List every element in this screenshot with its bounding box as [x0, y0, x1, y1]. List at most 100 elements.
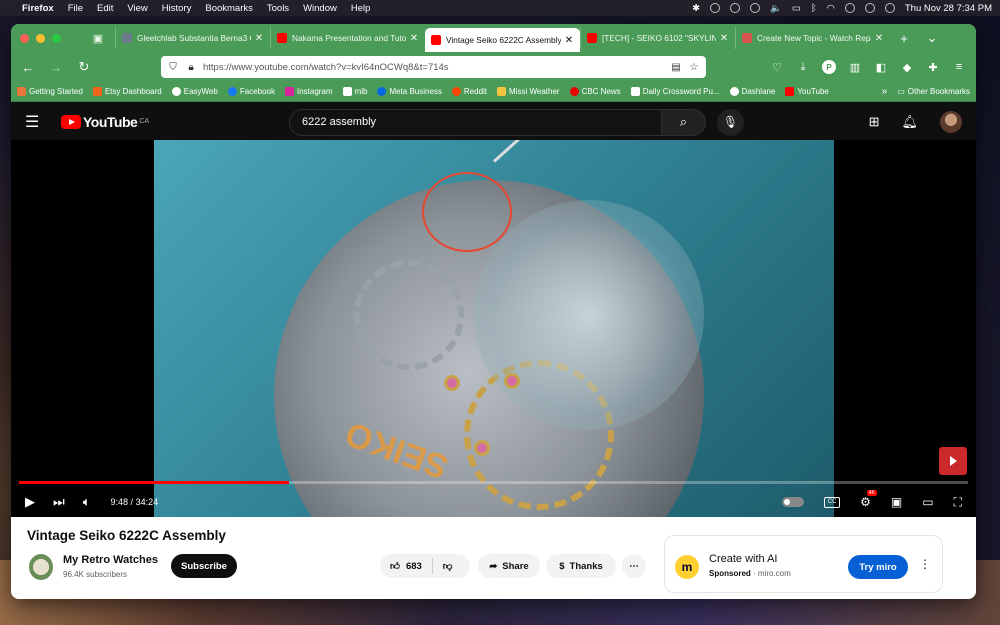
youtube-logo[interactable]: YouTube CA — [61, 114, 149, 130]
bookmark-item[interactable]: Reddit — [451, 87, 487, 96]
bookmark-item[interactable]: mlb — [342, 87, 367, 96]
fullscreen-icon[interactable]: ⛶ — [954, 495, 962, 510]
play-button[interactable]: ▶ — [25, 494, 35, 510]
bluetooth-icon[interactable]: ᛒ — [811, 3, 817, 14]
bookmark-item[interactable]: Missi Weather — [497, 87, 560, 96]
notifications-bell-icon[interactable]: 🔔︎ — [901, 114, 918, 130]
video-frame[interactable]: SEIKO — [154, 140, 834, 517]
wifi-icon[interactable]: ◠ — [827, 3, 835, 14]
guide-menu-icon[interactable]: ☰ — [25, 112, 47, 132]
zoom-window-button[interactable] — [52, 33, 61, 43]
reader-view-icon[interactable]: ▤ — [670, 62, 682, 73]
extension-tag-icon[interactable]: ◆ — [900, 60, 914, 74]
close-tab-icon[interactable]: ✕ — [254, 33, 264, 44]
channel-name[interactable]: My Retro Watches — [63, 554, 158, 566]
subscribe-watermark-icon[interactable] — [939, 447, 967, 475]
mute-volume-icon[interactable]: 🔈︎ — [83, 494, 91, 510]
menu-window[interactable]: Window — [303, 3, 337, 14]
close-tab-icon[interactable]: ✕ — [874, 33, 884, 44]
app-menu-icon[interactable]: ≡ — [952, 60, 966, 74]
progress-bar[interactable] — [19, 481, 968, 484]
menu-help[interactable]: Help — [351, 3, 371, 14]
status-time-machine-icon[interactable] — [730, 3, 741, 13]
volume-icon[interactable]: 🔈 — [770, 3, 782, 14]
tab-list-chevron-icon[interactable]: ⌄ — [918, 30, 946, 46]
bookmark-item[interactable]: Meta Business — [377, 87, 442, 96]
bookmark-item[interactable]: Dashlane — [729, 87, 775, 96]
menu-file[interactable]: File — [68, 3, 83, 14]
create-video-icon[interactable]: ⊞ — [869, 114, 880, 130]
menu-history[interactable]: History — [162, 3, 192, 14]
bookmark-item[interactable]: Facebook — [227, 87, 275, 96]
status-play-icon[interactable] — [750, 3, 761, 13]
spotlight-icon[interactable] — [844, 3, 855, 13]
theater-mode-icon[interactable]: ▭ — [922, 495, 933, 509]
account-avatar[interactable] — [940, 111, 962, 133]
tab-seiko-6102[interactable]: [TECH] - SEIKO 6102 "SKYLINE" ✕ — [580, 27, 735, 49]
subscribe-button[interactable]: Subscribe — [171, 554, 237, 578]
lock-icon[interactable]: 🔒︎ — [185, 62, 197, 73]
menu-view[interactable]: View — [127, 3, 147, 14]
bookmark-item[interactable]: Daily Crossword Pu... — [630, 87, 720, 96]
like-button[interactable]: 👍︎ 683 — [380, 554, 432, 578]
bookmark-star-icon[interactable]: ☆ — [688, 62, 700, 73]
minimize-window-button[interactable] — [36, 33, 45, 43]
next-video-button[interactable]: ⏭ — [53, 494, 65, 510]
forward-button[interactable]: → — [45, 56, 67, 78]
status-dashboard-icon[interactable] — [710, 3, 721, 13]
close-tab-icon[interactable]: ✕ — [409, 33, 419, 44]
tab-nakama[interactable]: Nakama Presentation and Tutor ✕ — [270, 27, 425, 49]
library-icon[interactable]: ▥ — [848, 60, 862, 74]
battery-icon[interactable]: ▭ — [792, 3, 801, 14]
tab-watch-repair-topic[interactable]: Create New Topic - Watch Repa ✕ — [735, 27, 890, 49]
bookmark-item[interactable]: Getting Started — [17, 87, 83, 96]
voice-search-button[interactable]: 🎙︎ — [717, 108, 745, 136]
miniplayer-icon[interactable]: ▣ — [891, 495, 902, 509]
address-bar[interactable]: ⛉ 🔒︎ https://www.youtube.com/watch?v=kvI… — [161, 56, 706, 78]
app-menu[interactable]: Firefox — [22, 3, 54, 14]
bookmark-item[interactable]: Instagram — [284, 87, 333, 96]
url-text[interactable]: https://www.youtube.com/watch?v=kvI64nOC… — [203, 62, 664, 73]
dislike-button[interactable]: 👎︎ — [433, 554, 463, 578]
search-input[interactable]: 6222 assembly — [289, 108, 663, 136]
channel-avatar[interactable] — [29, 554, 53, 580]
menu-edit[interactable]: Edit — [97, 3, 113, 14]
bookmark-item[interactable]: CBC News — [569, 87, 621, 96]
new-tab-button[interactable]: + — [890, 31, 918, 46]
shield-icon[interactable]: ⛉ — [167, 62, 179, 73]
downloads-icon[interactable]: ⤓ — [796, 60, 810, 74]
thanks-button[interactable]: $ Thanks — [546, 554, 616, 578]
try-miro-button[interactable]: Try miro — [848, 555, 908, 579]
share-button[interactable]: ➦ Share — [478, 554, 540, 578]
tab-gleetchlab[interactable]: Gleetchlab Substantia Berna3 C ✕ — [115, 27, 270, 49]
other-bookmarks-folder[interactable]: ▭ Other Bookmarks — [897, 87, 970, 96]
autoplay-toggle[interactable] — [782, 497, 805, 507]
search-button[interactable]: ⌕ — [662, 108, 707, 136]
extension-b-icon[interactable]: ◧ — [874, 60, 888, 74]
menu-bookmarks[interactable]: Bookmarks — [205, 3, 253, 14]
extensions-puzzle-icon[interactable]: ✚ — [926, 60, 940, 74]
status-asterisk-icon[interactable]: ✱ — [692, 3, 700, 14]
siri-icon[interactable] — [884, 3, 895, 13]
bookmark-item[interactable]: Etsy Dashboard — [92, 87, 162, 96]
close-window-button[interactable] — [20, 33, 29, 43]
subtitles-button[interactable]: CC — [824, 496, 841, 508]
video-player[interactable]: SEIKO ▶ ⏭ 🔈︎ 9:48 / 34:24 CC ⚙ 4K ▣ ▭ ⛶ — [11, 140, 976, 517]
menu-clock[interactable]: Thu Nov 28 7:34 PM — [905, 3, 992, 14]
more-actions-button[interactable]: ⋯ — [622, 554, 646, 578]
close-tab-icon[interactable]: ✕ — [564, 35, 574, 46]
bookmark-item[interactable]: YouTube — [785, 87, 829, 96]
menu-tools[interactable]: Tools — [267, 3, 289, 14]
back-button[interactable]: ← — [17, 56, 39, 78]
reload-button[interactable]: ↻ — [73, 56, 95, 78]
bookmark-item[interactable]: EasyWeb — [171, 87, 218, 96]
pocket-icon[interactable]: ♡ — [770, 60, 784, 74]
ad-more-options-icon[interactable]: ⋮ — [919, 557, 931, 571]
tab-overview-icon[interactable]: ▣ — [87, 32, 109, 45]
more-bookmarks-chevron-icon[interactable]: » — [882, 86, 888, 97]
close-tab-icon[interactable]: ✕ — [719, 33, 729, 44]
tab-seiko-assembly[interactable]: Vintage Seiko 6222C Assembly ✕ — [425, 28, 580, 52]
control-center-icon[interactable] — [864, 3, 875, 13]
extension-p-icon[interactable]: P — [822, 60, 836, 74]
sponsored-ad-card[interactable]: m Create with AI Sponsored · miro.com Tr… — [664, 535, 943, 593]
